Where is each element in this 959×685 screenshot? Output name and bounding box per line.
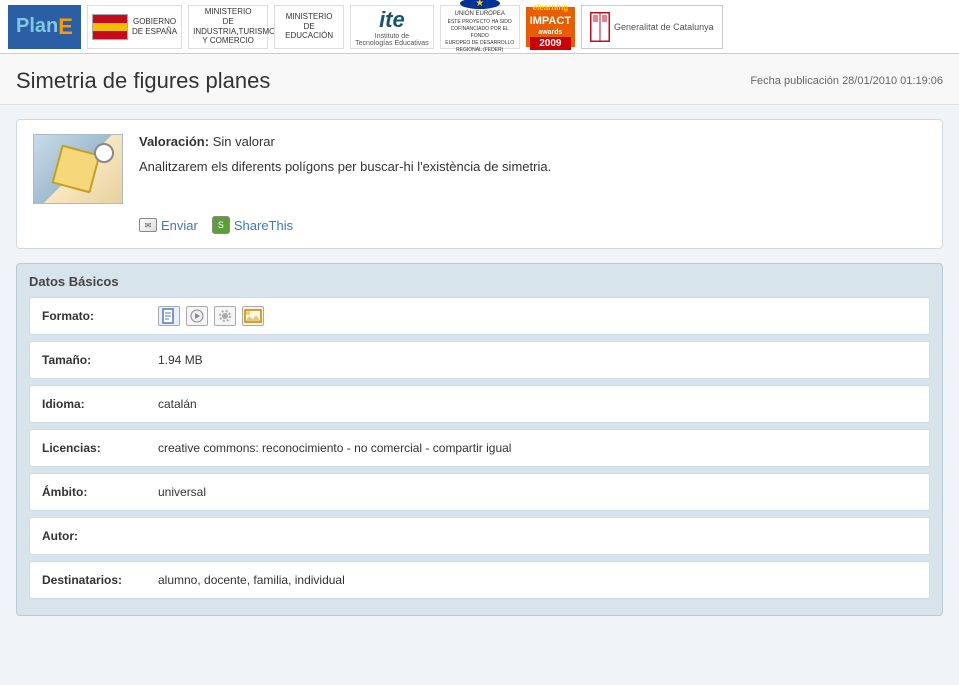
ministerio-turismo-logo: MINISTERIODE INDUSTRIA,TURISMOY COMERCIO <box>188 5 268 49</box>
licencias-row: Licencias: creative commons: reconocimie… <box>29 429 930 467</box>
sharethis-icon: S <box>212 216 230 234</box>
formato-label: Formato: <box>42 309 142 323</box>
thumbnail-image <box>34 135 122 203</box>
tamano-label: Tamaño: <box>42 353 142 367</box>
destinatarios-row: Destinatarios: alumno, docente, familia,… <box>29 561 930 599</box>
ite-logo: ite Instituto deTecnologías Educativas <box>350 5 434 49</box>
ministerio-turismo-label: MINISTERIODE INDUSTRIA,TURISMOY COMERCIO <box>193 7 263 45</box>
valoracion-value: Sin valorar <box>213 134 275 149</box>
audio-format-icon <box>186 306 208 326</box>
card-top: Valoración: Sin valorar Analitzarem els … <box>33 134 926 204</box>
content-thumbnail <box>33 134 123 204</box>
ambito-row: Ámbito: universal <box>29 473 930 511</box>
destinatarios-value: alumno, docente, familia, individual <box>158 573 917 587</box>
eu-circle-icon: ★ <box>460 0 500 9</box>
main-content: Valoración: Sin valorar Analitzarem els … <box>0 105 959 685</box>
send-link[interactable]: ✉ Enviar <box>139 218 198 233</box>
gear-format-icon <box>214 306 236 326</box>
doc-format-icon <box>158 306 180 326</box>
eu-logo: ★ UNIÓN EUROPEAESTE PROYECTO HA SIDOCOFI… <box>440 5 520 49</box>
ministerio-educacion-logo: MINISTERIODE EDUCACIÓN <box>274 5 344 49</box>
valoracion-label: Valoración: <box>139 134 209 149</box>
spain-logo: GOBIERNODE ESPAÑA <box>87 5 182 49</box>
awards-label: elearning IMPACT awards 2009 <box>530 3 571 50</box>
autor-row: Autor: <box>29 517 930 555</box>
autor-label: Autor: <box>42 529 142 543</box>
awards-logo: elearning IMPACT awards 2009 <box>526 7 575 47</box>
card-info: Valoración: Sin valorar Analitzarem els … <box>139 134 926 177</box>
valoracion-row: Valoración: Sin valorar <box>139 134 926 149</box>
card-actions: ✉ Enviar S ShareThis <box>33 216 926 234</box>
ministerio-educacion-label: MINISTERIODE EDUCACIÓN <box>279 12 339 41</box>
idioma-label: Idioma: <box>42 397 142 411</box>
generalitat-icon <box>590 12 610 42</box>
email-icon: ✉ <box>139 218 157 232</box>
pub-date-value: 28/01/2010 01:19:06 <box>842 75 943 87</box>
spain-flag-icon <box>92 14 128 40</box>
format-icons <box>158 306 264 326</box>
plane-logo: PlanE <box>8 5 81 49</box>
ambito-label: Ámbito: <box>42 485 142 499</box>
pub-date: Fecha publicación 28/01/2010 01:19:06 <box>750 75 943 87</box>
page-title: Simetria de figures planes <box>16 68 270 94</box>
pub-date-label: Fecha publicación <box>750 75 839 87</box>
generalitat-logo: Generalitat de Catalunya <box>581 5 723 49</box>
sharethis-link[interactable]: S ShareThis <box>212 216 293 234</box>
licencias-value: creative commons: reconocimiento - no co… <box>158 441 917 455</box>
destinatarios-label: Destinatarios: <box>42 573 142 587</box>
header-bar: PlanE GOBIERNODE ESPAÑA MINISTERIODE IND… <box>0 0 959 54</box>
send-label: Enviar <box>161 218 198 233</box>
thumb-circle-icon <box>94 143 114 163</box>
formato-row: Formato: <box>29 297 930 335</box>
spain-label: GOBIERNODE ESPAÑA <box>132 17 177 36</box>
idioma-value: catalán <box>158 397 917 411</box>
generalitat-label: Generalitat de Catalunya <box>614 22 714 32</box>
ite-label: Instituto deTecnologías Educativas <box>355 33 429 47</box>
datos-section: Datos Básicos Formato: Tamaño: <box>16 263 943 616</box>
tamano-value: 1.94 MB <box>158 353 917 367</box>
page-title-bar: Simetria de figures planes Fecha publica… <box>0 54 959 105</box>
eu-label: UNIÓN EUROPEAESTE PROYECTO HA SIDOCOFINA… <box>445 11 515 54</box>
img-format-icon <box>242 306 264 326</box>
licencias-label: Licencias: <box>42 441 142 455</box>
content-card: Valoración: Sin valorar Analitzarem els … <box>16 119 943 249</box>
sharethis-label: ShareThis <box>234 218 293 233</box>
tamano-row: Tamaño: 1.94 MB <box>29 341 930 379</box>
datos-title: Datos Básicos <box>29 274 930 289</box>
content-description: Analitzarem els diferents polígons per b… <box>139 157 926 177</box>
ambito-value: universal <box>158 485 917 499</box>
idioma-row: Idioma: catalán <box>29 385 930 423</box>
ite-icon: ite <box>379 7 405 33</box>
